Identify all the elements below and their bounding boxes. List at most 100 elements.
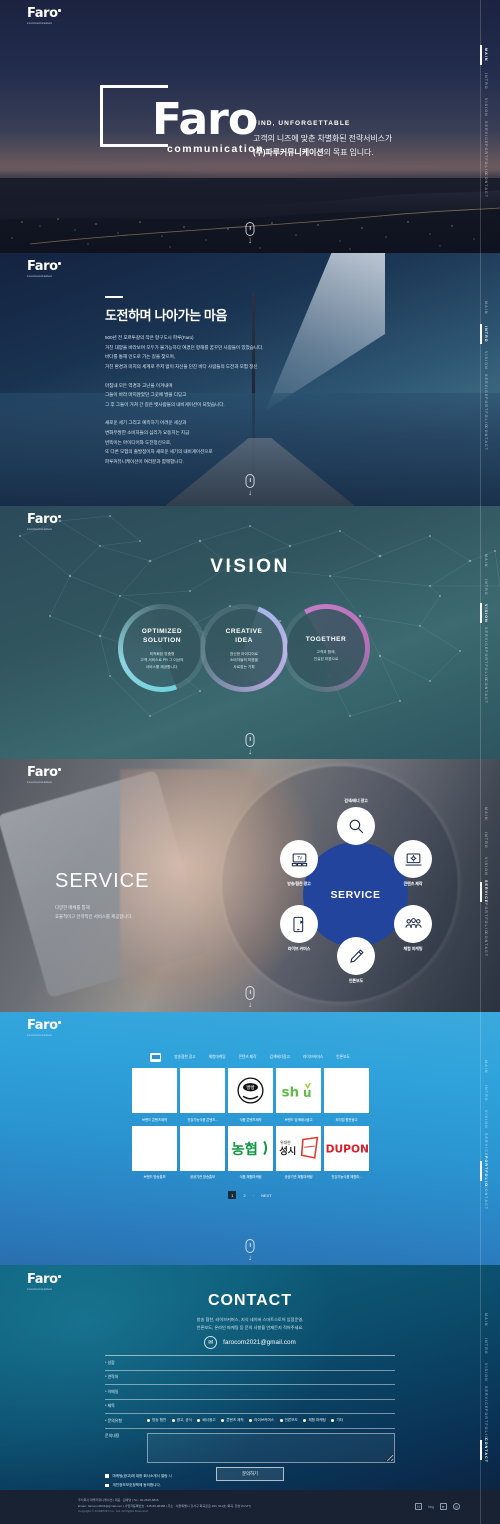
vision-card-optimized-solution[interactable]: OPTIMIZED SOLUTION 최적화된 맞춤형 고객 서비스로 PR 그…	[118, 604, 206, 692]
subject-field[interactable]	[147, 1399, 395, 1413]
category-option-6[interactable]: 체험 마케팅	[303, 1418, 326, 1423]
sidebar-item-service[interactable]: SERVICE	[472, 120, 500, 146]
pagination-next[interactable]: NEXT	[261, 1193, 272, 1198]
portfolio-item[interactable]: DUPONT 건강기능식품 체험마...	[324, 1125, 369, 1179]
service-node-broadcast-sponsor-ad[interactable]: 방송/협찬 광고 TV	[280, 840, 318, 886]
scroll-indicator-service[interactable]: ↓	[245, 986, 255, 1009]
sidebar-item-contact[interactable]: CONTACT	[472, 425, 500, 451]
sidebar-item-intro[interactable]: INTRO	[472, 827, 500, 853]
name-field[interactable]	[147, 1356, 395, 1370]
portfolio-tab-5[interactable]: 언론보도	[336, 1055, 350, 1060]
service-node-content-production[interactable]: 콘텐츠 제작	[394, 840, 432, 886]
instagram-icon[interactable]: ◎	[453, 1503, 460, 1510]
sidebar-item-portfolio[interactable]: PORTFOLIO	[472, 903, 500, 934]
sidebar-item-vision[interactable]: VISION	[472, 1359, 500, 1385]
sidebar-item-service[interactable]: SERVICE	[472, 1385, 500, 1411]
pagination-page-1[interactable]: 1	[228, 1191, 237, 1199]
site-logo-intro[interactable]: Faro communication	[27, 258, 61, 278]
sidebar-item-intro[interactable]: INTRO	[472, 1080, 500, 1106]
category-option-5[interactable]: 언론보도	[279, 1418, 298, 1423]
email-field[interactable]	[147, 1385, 395, 1399]
portfolio-item[interactable]: 건강기능식품 콘텐츠...	[180, 1068, 225, 1122]
sidebar-item-vision[interactable]: VISION	[472, 600, 500, 626]
portfolio-tab-0[interactable]: 방송협찬 광고	[174, 1055, 195, 1060]
site-logo-portfolio[interactable]: Faro communication	[27, 1017, 61, 1037]
sidebar-item-vision[interactable]: VISION	[472, 853, 500, 879]
youtube-icon[interactable]: ►	[440, 1503, 447, 1510]
portfolio-item[interactable]: 위대한 성시 공공기관 체험마케팅	[276, 1125, 321, 1179]
sidebar-item-portfolio[interactable]: PORTFOLIO	[472, 397, 500, 428]
sidebar-item-service[interactable]: SERVICE	[472, 626, 500, 652]
category-option-1[interactable]: 광고, 공식	[171, 1418, 192, 1423]
portfolio-item[interactable]: 빵빵 식품 콘텐츠제작	[228, 1068, 273, 1122]
site-logo-contact[interactable]: Faro communication	[27, 1271, 61, 1291]
category-option-0[interactable]: 방송 협찬	[147, 1418, 166, 1423]
sidebar-item-service[interactable]: SERVICE	[472, 879, 500, 905]
sidebar-item-contact[interactable]: CONTACT	[472, 931, 500, 957]
service-node-search-banner-ad[interactable]: 검색/배너 광고	[337, 798, 375, 845]
portfolio-item[interactable]: 외식업 협찬광고	[324, 1068, 369, 1122]
sidebar-item-vision[interactable]: VISION	[472, 347, 500, 373]
sidebar-item-portfolio[interactable]: PORTFOLIO	[472, 650, 500, 681]
category-option-4[interactable]: 라이브커머스	[249, 1418, 274, 1423]
checkbox-icon	[105, 1483, 109, 1488]
portfolio-item[interactable]: sh u 브랜드 검색배너광고	[276, 1068, 321, 1122]
submit-row: 문의하기	[0, 1467, 500, 1481]
sidebar-item-service[interactable]: SERVICE	[472, 373, 500, 399]
portfolio-tab-3[interactable]: 검색배너광고	[269, 1055, 289, 1060]
sidebar-item-service[interactable]: SERVICE	[472, 1132, 500, 1158]
home-icon[interactable]	[150, 1053, 162, 1062]
sidebar-item-vision[interactable]: VISION	[472, 1106, 500, 1132]
scroll-indicator-vision[interactable]: ↓	[245, 733, 255, 756]
portfolio-tab-2[interactable]: 콘텐츠 제작	[239, 1055, 257, 1060]
phone-field[interactable]	[147, 1370, 395, 1384]
radio-icon	[171, 1419, 175, 1423]
service-node-press-release[interactable]: 언론보도	[337, 937, 375, 983]
vision-card-together[interactable]: TOGETHER 고객과 함께, 진실된 마음으로	[282, 604, 370, 692]
submit-button[interactable]: 문의하기	[216, 1467, 284, 1481]
portfolio-tab-4[interactable]: 라이브커머스	[303, 1055, 323, 1060]
portfolio-caption: 브랜드 콘텐츠제작	[142, 1117, 167, 1122]
portfolio-tab-1[interactable]: 체험마케팅	[209, 1055, 226, 1060]
memo-textarea[interactable]	[147, 1432, 395, 1463]
sidebar-item-intro[interactable]: INTRO	[472, 574, 500, 600]
portfolio-item[interactable]: 브랜드 방송홍보	[132, 1125, 177, 1179]
sidebar-item-portfolio[interactable]: PORTFOLIO	[472, 1409, 500, 1440]
site-logo-service[interactable]: Faro communication	[27, 764, 61, 784]
sidebar-item-main[interactable]: MAIN	[472, 548, 500, 574]
sidebar-item-contact[interactable]: CONTACT	[472, 1437, 500, 1463]
sidebar-item-main[interactable]: MAIN	[472, 1307, 500, 1333]
pagination-page-2[interactable]: 2	[243, 1193, 245, 1198]
portfolio-item[interactable]: 농협 식품 체험마케팅	[228, 1125, 273, 1179]
portfolio-item[interactable]: 공공기관 방송홍보	[180, 1125, 225, 1179]
category-option-2[interactable]: 배너광고	[197, 1418, 216, 1423]
sidebar-item-intro[interactable]: INTRO	[472, 321, 500, 347]
blog-label[interactable]: blog	[428, 1505, 434, 1509]
sidebar-item-main[interactable]: MAIN	[472, 295, 500, 321]
portfolio-item[interactable]: 브랜드 콘텐츠제작	[132, 1068, 177, 1122]
scroll-indicator-main[interactable]: ↓	[245, 222, 255, 245]
service-node-live-commerce[interactable]: 라이브 커머스	[280, 905, 318, 951]
sidebar-item-intro[interactable]: INTRO	[472, 68, 500, 94]
sidebar-item-contact[interactable]: CONTACT	[472, 678, 500, 704]
category-option-3[interactable]: 콘텐츠 제작	[221, 1418, 244, 1423]
sidebar-item-contact[interactable]: CONTACT	[472, 172, 500, 198]
agreement-row-1[interactable]: 개인정보보호정책에 동의합니다.	[105, 1483, 395, 1488]
category-option-7[interactable]: 기타	[331, 1418, 343, 1423]
sidebar-item-main[interactable]: MAIN	[472, 1054, 500, 1080]
sidebar-item-vision[interactable]: VISION	[472, 94, 500, 120]
scroll-indicator-portfolio[interactable]: ↓	[245, 1239, 255, 1262]
sidebar-item-intro[interactable]: INTRO	[472, 1333, 500, 1359]
sidebar-item-portfolio[interactable]: PORTFOLIO	[472, 144, 500, 175]
naver-icon[interactable]: N	[414, 1503, 422, 1510]
sidebar-item-main[interactable]: MAIN	[472, 801, 500, 827]
contact-email-row[interactable]: ✉ farocom2021@gmail.com	[0, 1336, 500, 1349]
scroll-indicator-intro[interactable]: ↓	[245, 474, 255, 497]
site-logo[interactable]: Faro communication	[27, 5, 61, 25]
sidebar-item-portfolio[interactable]: PORTFOLIO	[472, 1156, 500, 1186]
sidebar-item-main[interactable]: MAIN	[472, 42, 500, 68]
sidebar-item-contact[interactable]: CONTACT	[472, 1184, 500, 1210]
vision-card-creative-idea[interactable]: CREATIVE IDEA 참신한 아이디어로 소비자들의 마음을 사로잡는 기…	[200, 604, 288, 692]
service-node-experience-marketing[interactable]: 체험 마케팅	[394, 905, 432, 951]
site-logo-vision[interactable]: Faro communication	[27, 511, 61, 531]
